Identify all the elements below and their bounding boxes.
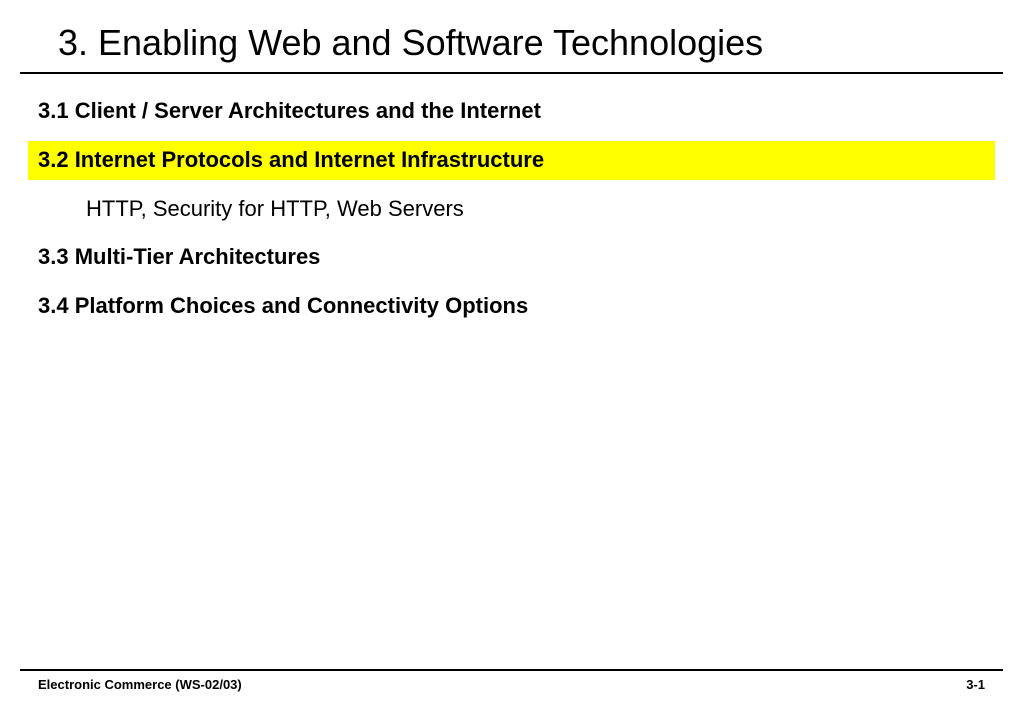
footer-course-name: Electronic Commerce (WS-02/03): [20, 677, 242, 692]
slide-footer: Electronic Commerce (WS-02/03) 3-1: [20, 669, 1003, 692]
footer-page-number: 3-1: [966, 677, 1003, 692]
slide-title: 3. Enabling Web and Software Technologie…: [20, 0, 1003, 74]
slide-container: 3. Enabling Web and Software Technologie…: [0, 0, 1023, 708]
section-3-3: 3.3 Multi-Tier Architectures: [28, 238, 995, 277]
slide-content: 3.1 Client / Server Architectures and th…: [0, 74, 1023, 326]
section-3-2-subtopic: HTTP, Security for HTTP, Web Servers: [28, 190, 995, 229]
section-3-2-highlighted: 3.2 Internet Protocols and Internet Infr…: [28, 141, 995, 180]
section-3-1: 3.1 Client / Server Architectures and th…: [28, 92, 995, 131]
section-3-4: 3.4 Platform Choices and Connectivity Op…: [28, 287, 995, 326]
